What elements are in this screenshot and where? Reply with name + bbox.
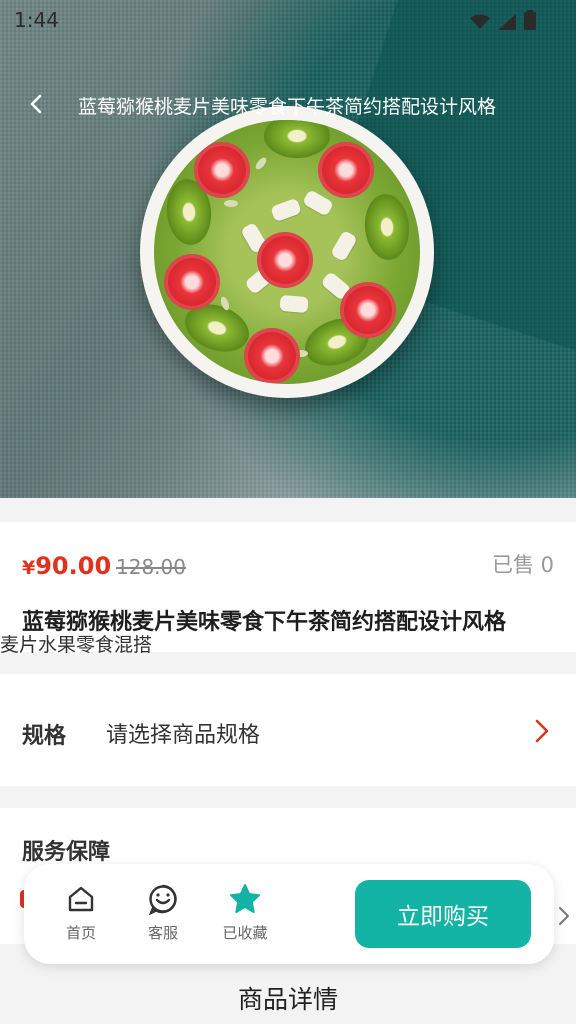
tab-customer-service-label: 客服 [147,924,178,942]
sold-count: 已售 0 [491,553,554,577]
spec-value: 请选择商品规格 [106,723,261,748]
status-bar: 1:44 [0,0,576,40]
current-price: ¥90.00 [22,552,111,580]
signal-icon [498,11,516,35]
smoothie-bowl-image [140,106,434,398]
wifi-icon [470,11,490,35]
spec-selector[interactable]: 规格 请选择商品规格 [0,674,576,786]
spec-label: 规格 [22,724,67,749]
tab-favorite-label: 已收藏 [222,924,268,942]
tab-home-label: 首页 [65,924,96,942]
service-title: 服务保障 [22,840,111,865]
star-icon [213,882,277,916]
page-title: 蓝莓猕猴桃麦片美味零食下午茶简约搭配设计风格 [78,96,497,118]
customer-service-icon [131,882,195,916]
chevron-right-icon [534,718,550,748]
back-button[interactable] [20,90,52,122]
price-value: 90.00 [35,552,112,580]
tab-customer-service[interactable]: 客服 [131,882,195,943]
status-time: 1:44 [14,8,59,32]
product-subtitle: 麦片水果零食混搭 [0,634,153,656]
home-icon [49,882,113,916]
product-hero-image [0,0,576,498]
detail-heading: 商品详情 [237,985,338,1014]
battery-icon [524,10,536,35]
currency-symbol: ¥ [22,557,36,579]
buy-now-button[interactable]: 立即购买 [355,880,531,948]
chevron-left-icon [27,93,45,119]
tab-favorite[interactable]: 已收藏 [213,882,277,943]
original-price: 128.00 [116,555,186,579]
chevron-right-icon[interactable] [558,906,570,930]
bottom-action-bar: 首页 客服 已收藏 立即购买 [24,864,554,964]
tab-home[interactable]: 首页 [49,882,113,943]
